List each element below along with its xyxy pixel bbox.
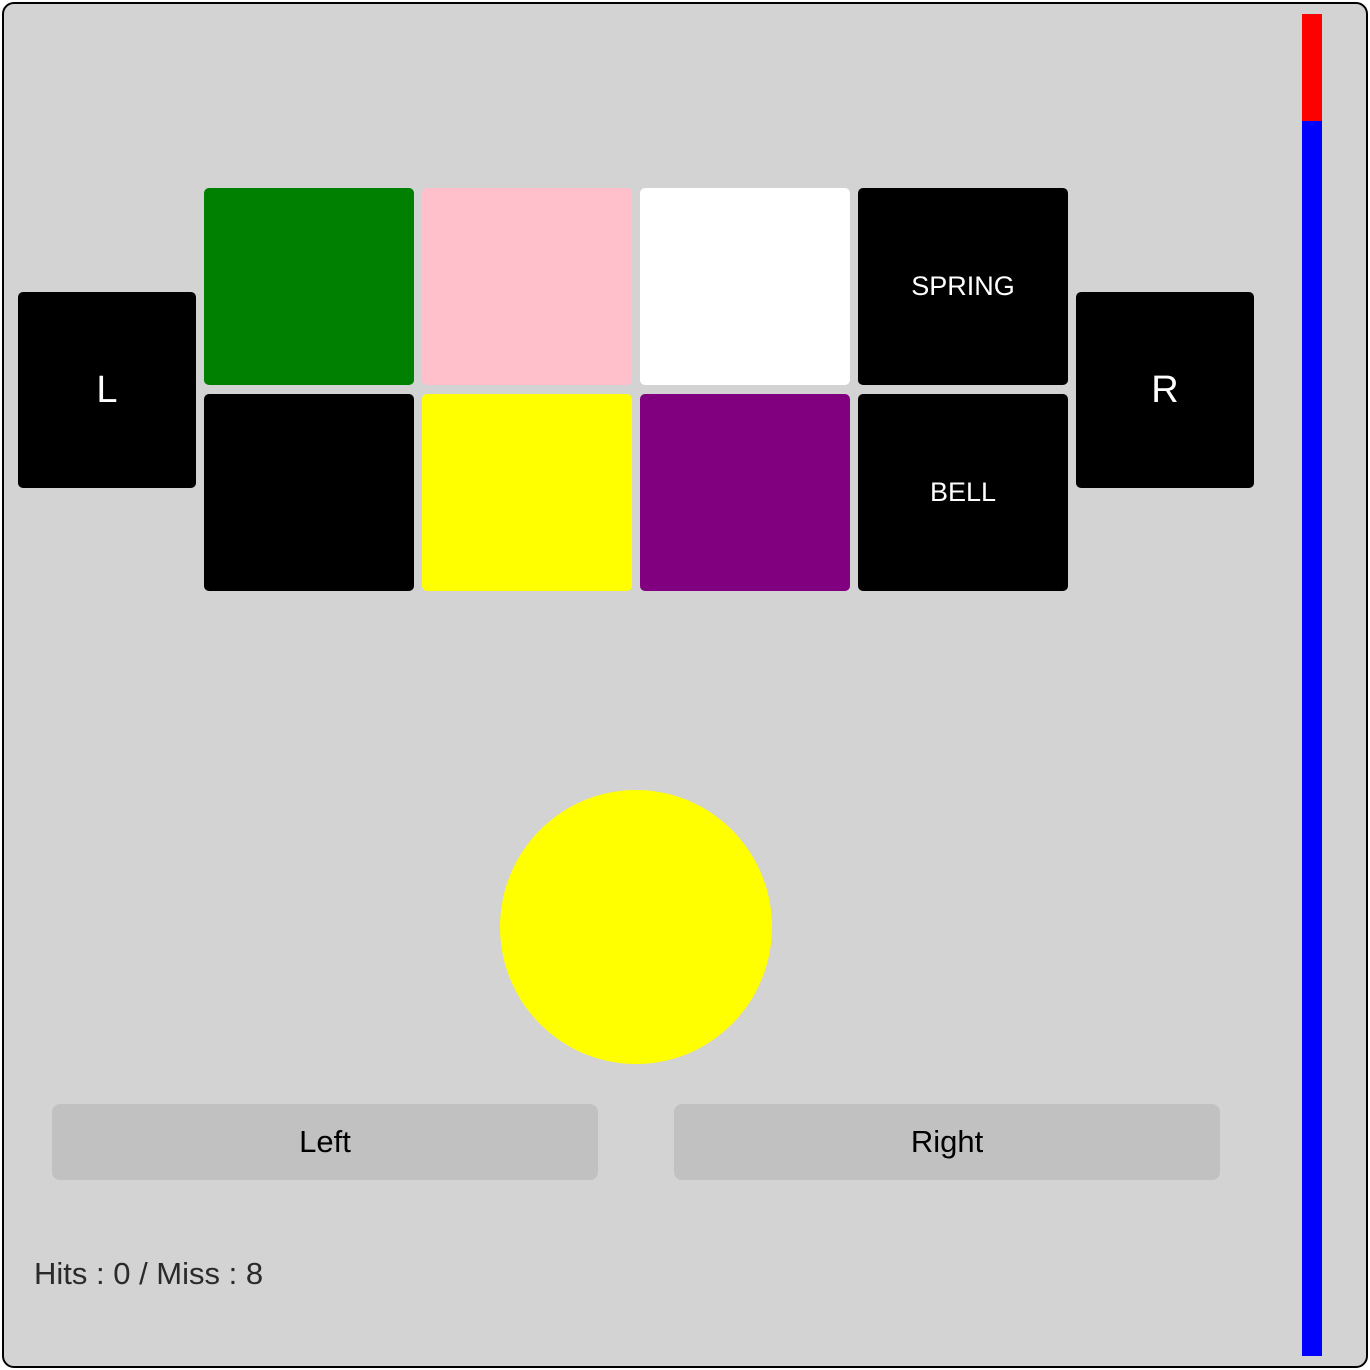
- grid-cell-label: BELL: [929, 477, 997, 507]
- timer-elapsed-fill: [1302, 14, 1322, 122]
- grid-cell-bottom-3: [640, 394, 850, 591]
- right-key-tile: R: [1076, 292, 1254, 488]
- grid-cell-bottom-1: [204, 394, 414, 591]
- left-key-label: L: [96, 368, 118, 411]
- left-key-tile: L: [18, 292, 196, 488]
- score-text: Hits : 0 / Miss : 8: [34, 1256, 264, 1291]
- grid-cell-bottom-2: [422, 394, 632, 591]
- grid-cell-label: SPRING: [911, 271, 1015, 301]
- grid-cell-top-2: [422, 188, 632, 385]
- right-key-label: R: [1151, 368, 1179, 411]
- grid-cell-top-1: [204, 188, 414, 385]
- grid-cell-bottom-4: BELL: [858, 394, 1068, 591]
- left-button[interactable]: Left: [52, 1104, 598, 1180]
- grid-cell-top-4: SPRING: [858, 188, 1068, 385]
- timer-bar: [1302, 14, 1322, 1356]
- stimulus-circle: [500, 790, 772, 1064]
- grid-cell-top-3: [640, 188, 850, 385]
- right-button[interactable]: Right: [674, 1104, 1220, 1180]
